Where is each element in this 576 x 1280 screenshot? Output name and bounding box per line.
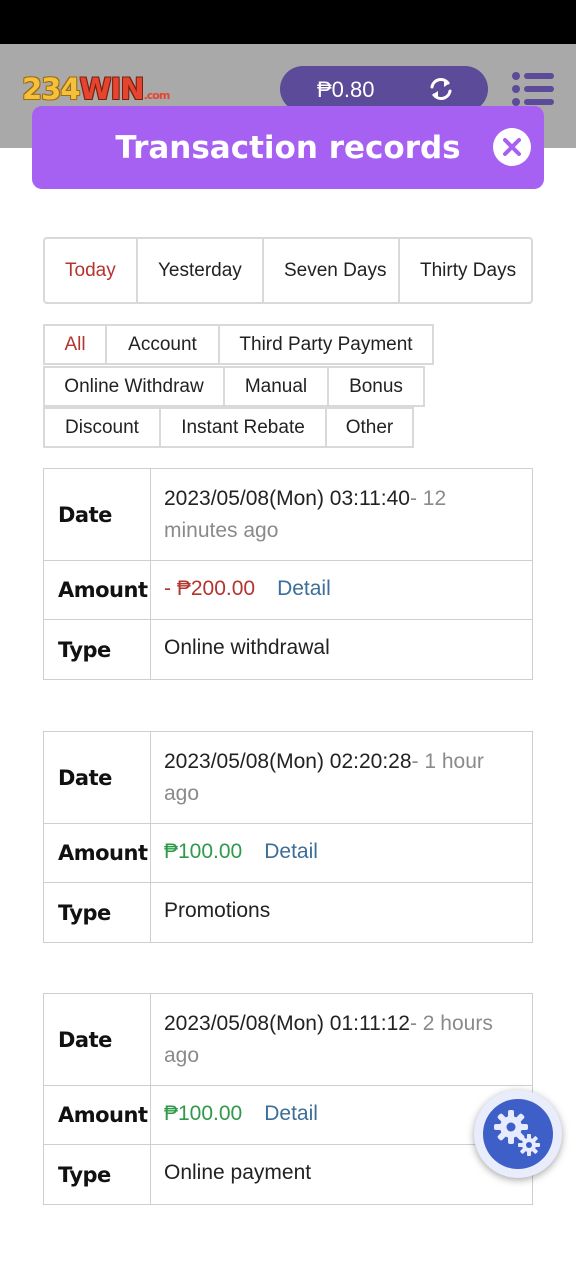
tab-thirty-days[interactable]: Thirty Days (400, 239, 531, 302)
record-date: 2023/05/08(Mon) 02:20:28- 1 hour ago (164, 746, 520, 810)
record-type: Online withdrawal (164, 636, 330, 659)
date-label: Date (44, 469, 151, 560)
settings-gear-icon (494, 1110, 540, 1156)
balance-amount: ₱0.80 (317, 77, 375, 102)
record-date-row: Date 2023/05/08(Mon) 01:11:12- 2 hours a… (44, 994, 532, 1086)
record-amount: ₱100.00 (164, 840, 243, 863)
filter-instant-rebate[interactable]: Instant Rebate (159, 407, 327, 448)
record-date: 2023/05/08(Mon) 01:11:12- 2 hours ago (164, 1008, 520, 1072)
record-amount-row: Amount ₱100.00 Detail (44, 1086, 532, 1145)
record-amount-row: Amount - ₱200.00 Detail (44, 561, 532, 620)
record-datetime: 2023/05/08(Mon) 03:11:40 (164, 487, 410, 510)
record-type-row: Type Online payment (44, 1145, 532, 1204)
record-type: Promotions (164, 899, 271, 922)
transaction-record: Date 2023/05/08(Mon) 01:11:12- 2 hours a… (43, 993, 533, 1205)
close-button[interactable] (493, 128, 531, 166)
filter-account[interactable]: Account (105, 324, 220, 365)
record-datetime: 2023/05/08(Mon) 01:11:12 (164, 1012, 410, 1035)
record-amount-cell: ₱100.00 Detail (164, 840, 520, 864)
tab-today[interactable]: Today (45, 239, 138, 302)
date-label: Date (44, 732, 151, 823)
settings-fab-button[interactable] (474, 1090, 562, 1178)
filter-manual[interactable]: Manual (223, 366, 329, 407)
record-amount: ₱100.00 (164, 1102, 243, 1125)
date-range-tabs: Today Yesterday Seven Days Thirty Days (43, 237, 533, 304)
type-label: Type (44, 1145, 151, 1204)
filter-online-withdraw[interactable]: Online Withdraw (43, 366, 225, 407)
modal-header: Transaction records (32, 106, 544, 189)
detail-link[interactable]: Detail (277, 577, 331, 600)
tab-yesterday[interactable]: Yesterday (138, 239, 264, 302)
menu-icon[interactable] (512, 72, 554, 106)
record-date-row: Date 2023/05/08(Mon) 02:20:28- 1 hour ag… (44, 732, 532, 824)
record-date: 2023/05/08(Mon) 03:11:40- 12 minutes ago (164, 483, 520, 547)
amount-label: Amount (44, 824, 151, 882)
record-type-row: Type Online withdrawal (44, 620, 532, 679)
detail-link[interactable]: Detail (264, 840, 318, 863)
close-icon (503, 138, 521, 156)
filter-other[interactable]: Other (325, 407, 414, 448)
logo[interactable]: 234WIN.com (22, 72, 171, 106)
tab-seven-days[interactable]: Seven Days (264, 239, 400, 302)
type-label: Type (44, 883, 151, 942)
filter-discount[interactable]: Discount (43, 407, 161, 448)
detail-link[interactable]: Detail (264, 1102, 318, 1125)
logo-suffix: .com (143, 89, 171, 102)
amount-label: Amount (44, 1086, 151, 1144)
modal-title: Transaction records (115, 130, 461, 166)
record-amount-cell: ₱100.00 Detail (164, 1102, 520, 1126)
record-amount-cell: - ₱200.00 Detail (164, 577, 520, 601)
settings-fab-inner (483, 1099, 553, 1169)
type-label: Type (44, 620, 151, 679)
record-amount-row: Amount ₱100.00 Detail (44, 824, 532, 883)
record-amount: - ₱200.00 (164, 577, 256, 600)
amount-label: Amount (44, 561, 151, 619)
filter-bonus[interactable]: Bonus (327, 366, 425, 407)
logo-win: WIN (79, 72, 145, 106)
transaction-record: Date 2023/05/08(Mon) 03:11:40- 12 minute… (43, 468, 533, 680)
transaction-record: Date 2023/05/08(Mon) 02:20:28- 1 hour ag… (43, 731, 533, 943)
record-type: Online payment (164, 1161, 312, 1184)
filter-all[interactable]: All (43, 324, 107, 365)
logo-number: 234 (22, 72, 81, 106)
record-datetime: 2023/05/08(Mon) 02:20:28 (164, 750, 412, 773)
record-date-row: Date 2023/05/08(Mon) 03:11:40- 12 minute… (44, 469, 532, 561)
record-type-row: Type Promotions (44, 883, 532, 942)
status-bar (0, 0, 576, 44)
date-label: Date (44, 994, 151, 1085)
filter-third-party-payment[interactable]: Third Party Payment (218, 324, 434, 365)
refresh-icon[interactable] (428, 77, 454, 101)
